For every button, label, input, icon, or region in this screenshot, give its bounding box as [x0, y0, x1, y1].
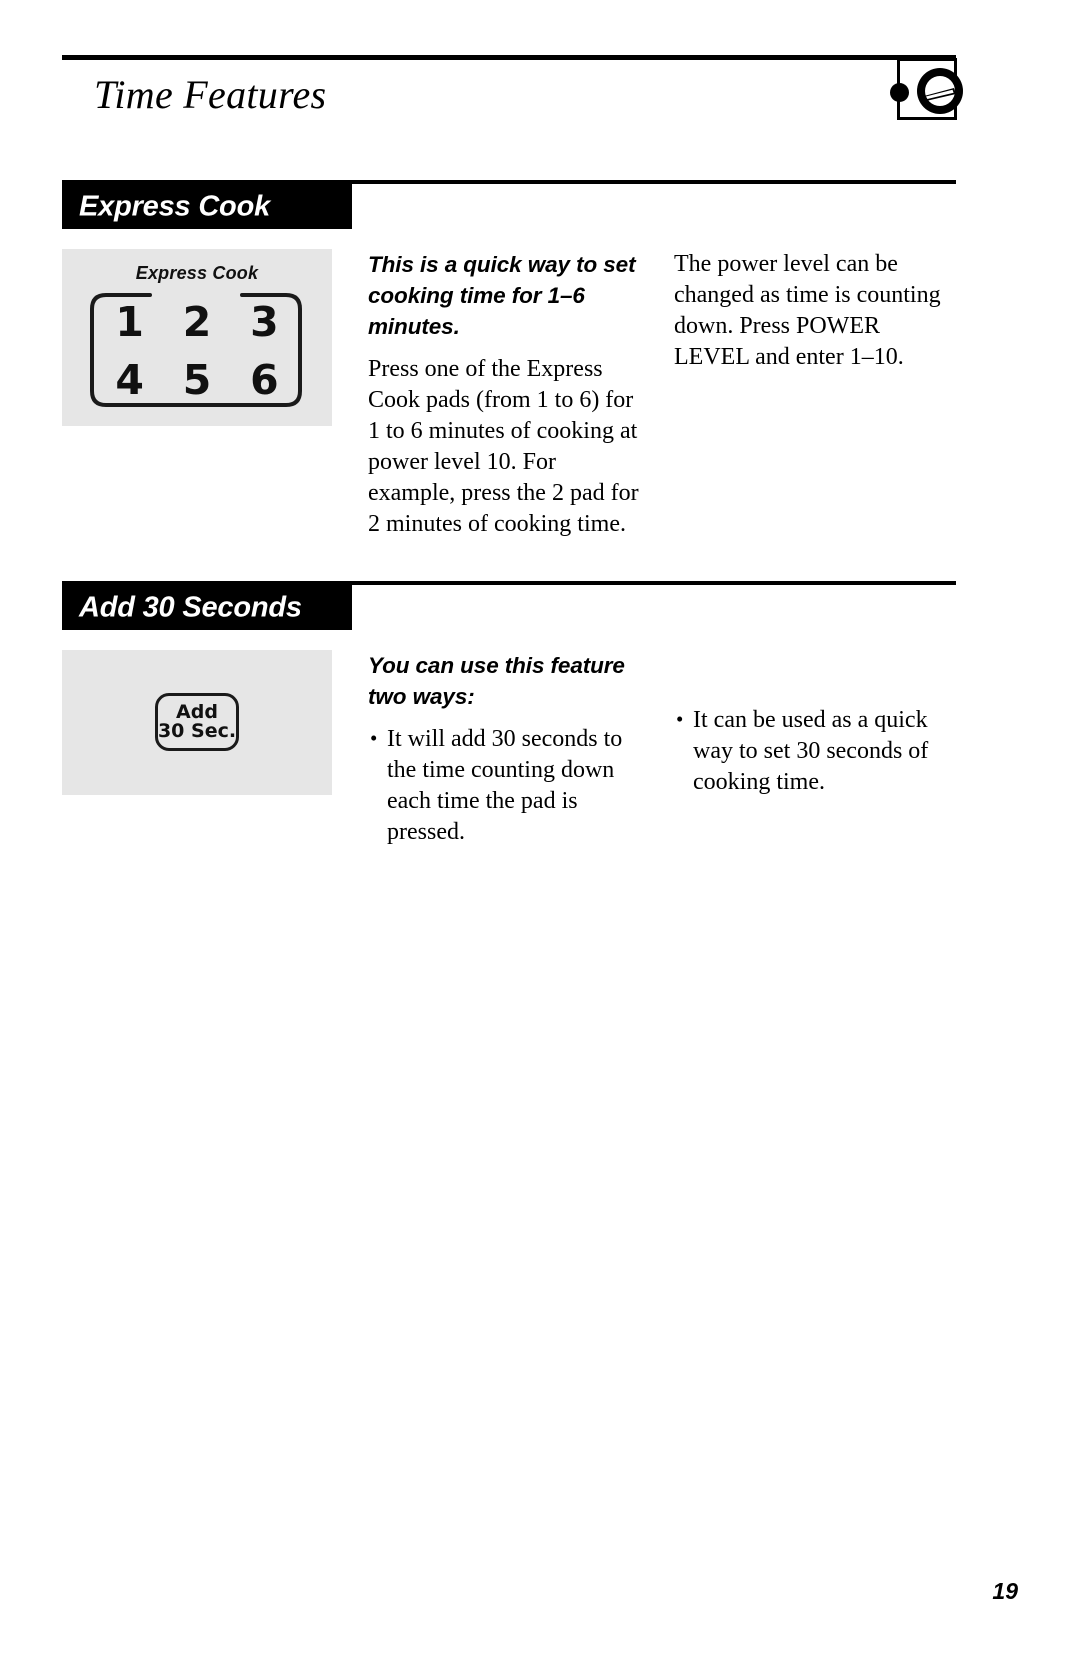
section-body: Add 30 Sec. You can use this feature two… [62, 650, 956, 900]
section-bar-add-30-seconds: Add 30 Seconds [62, 585, 352, 630]
add-30-sec-pad-button: Add 30 Sec. [155, 693, 239, 751]
add-30-seconds-middle-column: You can use this feature two ways: It wi… [368, 650, 646, 848]
add-30-seconds-bullet-list: It can be used as a quick way to set 30 … [674, 704, 952, 798]
section-bar-label: Express Cook [79, 190, 271, 222]
add-30-seconds-lead-text: You can use this feature two ways: [368, 653, 625, 709]
keypad-digit-3: 3 [250, 297, 279, 346]
express-cook-middle-column: This is a quick way to set cooking time … [368, 249, 646, 540]
keypad-digit-6: 6 [250, 355, 279, 404]
section-bar-label: Add 30 Seconds [79, 591, 302, 623]
add-30-sec-pad-image: Add 30 Sec. [62, 650, 332, 795]
pad-button-line-2: 30 Sec. [157, 720, 237, 742]
keypad-digit-1: 1 [115, 297, 144, 346]
express-cook-lead-text: This is a quick way to set cooking time … [368, 252, 636, 339]
section-body: Express Cook 1 2 3 4 5 6 This is a quick… [62, 249, 956, 549]
document-page: Time Features Express Cook Express Cook [0, 0, 1080, 1669]
express-cook-power-level-text: The power level can be changed as time i… [674, 251, 941, 370]
section-bar-express-cook: Express Cook [62, 184, 352, 229]
knob-dot-icon [890, 83, 909, 102]
keypad-digit-grid: 1 2 3 4 5 6 [96, 293, 298, 409]
control-knob-icon [890, 58, 963, 120]
knob-dial-glyph [917, 68, 963, 114]
keypad-digit-4: 4 [115, 355, 144, 404]
add-30-seconds-bullet-list: It will add 30 seconds to the time count… [368, 723, 646, 848]
add-30-seconds-right-column: It can be used as a quick way to set 30 … [674, 704, 952, 798]
page-number: 19 [992, 1578, 1018, 1604]
header-divider [62, 55, 956, 60]
express-cook-right-column: The power level can be changed as time i… [674, 249, 952, 373]
list-item: It will add 30 seconds to the time count… [368, 723, 646, 848]
keypad-digit-2: 2 [182, 297, 212, 346]
page-header: Time Features [62, 55, 963, 145]
keypad-label: Express Cook [135, 263, 259, 283]
page-title: Time Features [94, 72, 327, 117]
list-item: It can be used as a quick way to set 30 … [674, 704, 952, 798]
express-cook-keypad-image: Express Cook 1 2 3 4 5 6 [62, 249, 332, 426]
express-cook-body-text: Press one of the Express Cook pads (from… [368, 356, 639, 537]
keypad-digit-5: 5 [182, 355, 212, 404]
